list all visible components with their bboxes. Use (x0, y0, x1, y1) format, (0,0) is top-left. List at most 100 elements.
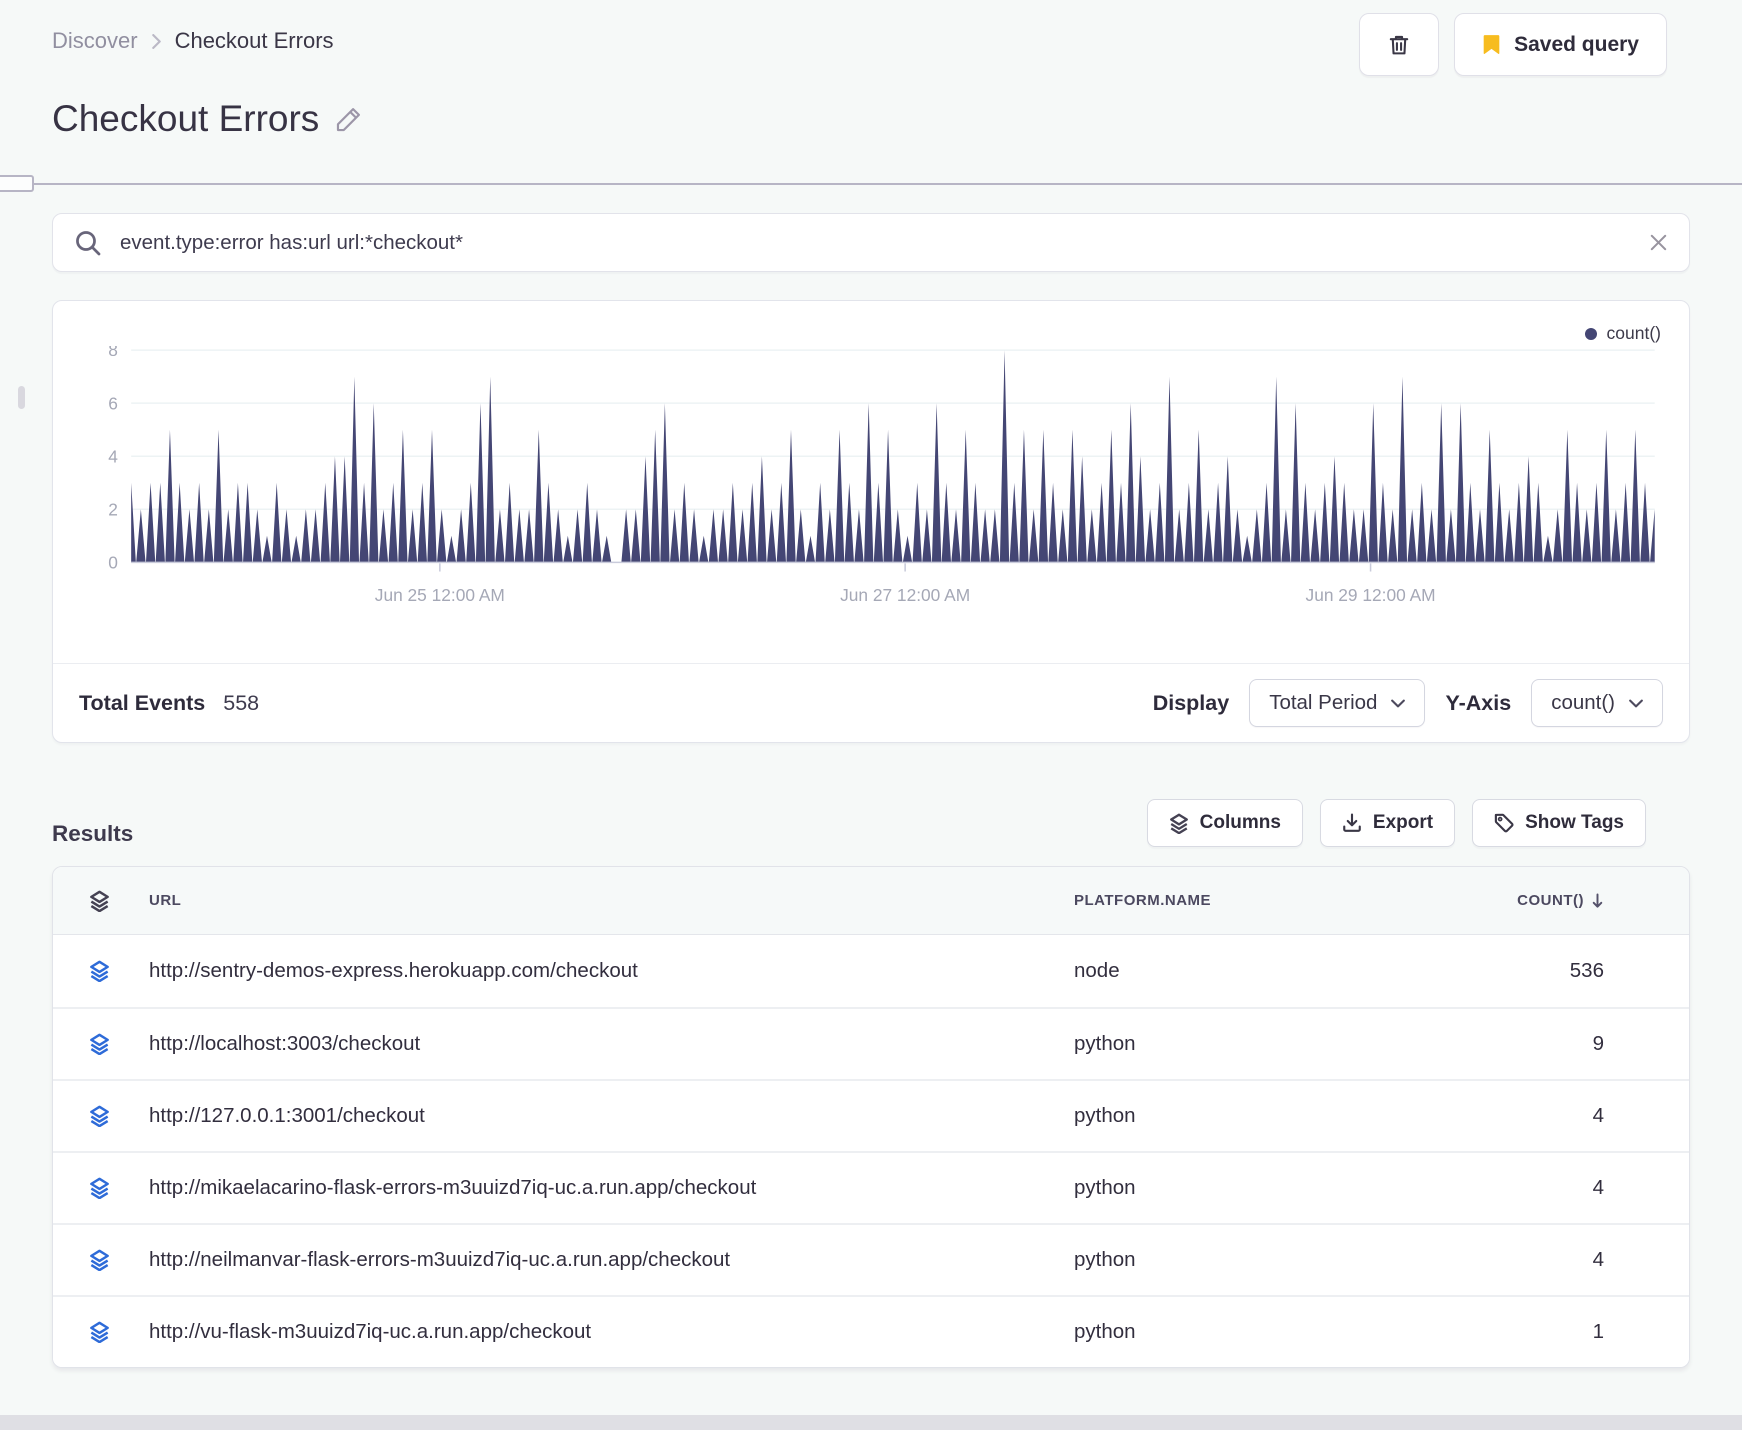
stack-icon[interactable] (89, 1177, 110, 1199)
count-header-label: COUNT() (1517, 892, 1584, 910)
tag-icon (1494, 814, 1514, 833)
count-cell: 536 (1569, 959, 1604, 983)
stack-icon[interactable] (89, 1033, 110, 1055)
count-cell: 1 (1592, 1320, 1604, 1344)
results-actions: Columns Export Show Tags (1146, 799, 1690, 848)
url-cell[interactable]: http://vu-flask-m3uuizd7iq-uc.a.run.app/… (149, 1320, 1074, 1344)
header-actions: Saved query (1359, 13, 1667, 76)
chart-footer: Total Events 558 Display Total Period Y-A… (53, 663, 1689, 742)
platform-cell: python (1074, 1320, 1136, 1344)
table-row: http://mikaelacarino-flask-errors-m3uuiz… (53, 1151, 1689, 1224)
stack-icon[interactable] (89, 1105, 110, 1127)
results-heading: Results (52, 821, 134, 847)
delete-query-button[interactable] (1359, 13, 1440, 76)
chevron-right-icon (151, 33, 161, 49)
platform-cell: python (1074, 1104, 1136, 1128)
chevron-down-icon (1629, 699, 1643, 708)
panel-resize-handle[interactable] (0, 175, 34, 192)
svg-text:4: 4 (108, 446, 118, 466)
svg-text:Jun 25 12:00 AM: Jun 25 12:00 AM (375, 585, 505, 605)
chart-controls: Display Total Period Y-Axis count() (1152, 679, 1663, 728)
legend-dot-icon (1584, 327, 1597, 340)
table-row: http://sentry-demos-express.herokuapp.co… (53, 935, 1689, 1008)
svg-text:8: 8 (108, 346, 118, 360)
main-content: count() Jun 25 12:00 AMJun 27 12:00 AMJu… (0, 213, 1742, 1369)
table-row: http://localhost:3003/checkout python 9 (53, 1007, 1689, 1080)
display-label: Display (1152, 690, 1230, 715)
url-cell[interactable]: http://sentry-demos-express.herokuapp.co… (149, 959, 1074, 983)
column-header-platform[interactable]: PLATFORM.NAME (1074, 892, 1404, 909)
legend-label: count() (1606, 323, 1661, 343)
url-cell[interactable]: http://neilmanvar-flask-errors-m3uuizd7i… (149, 1248, 1074, 1272)
results-table: URL PLATFORM.NAME COUNT() http://sentry-… (52, 866, 1690, 1369)
svg-text:Jun 29 12:00 AM: Jun 29 12:00 AM (1306, 585, 1436, 605)
clear-search-icon[interactable] (1650, 234, 1667, 251)
search-bar (52, 213, 1690, 272)
column-header-url[interactable]: URL (149, 892, 1074, 909)
display-value: Total Period (1269, 691, 1378, 715)
platform-cell: node (1074, 959, 1120, 983)
show-tags-button[interactable]: Show Tags (1472, 799, 1646, 848)
columns-label: Columns (1199, 812, 1281, 834)
count-cell: 4 (1592, 1248, 1604, 1272)
saved-query-label: Saved query (1514, 32, 1639, 56)
platform-cell: python (1074, 1032, 1136, 1056)
yaxis-dropdown[interactable]: count() (1531, 679, 1663, 728)
export-button[interactable]: Export (1319, 799, 1456, 848)
display-dropdown[interactable]: Total Period (1249, 679, 1426, 728)
search-input[interactable] (118, 229, 1633, 256)
discover-page: Discover Checkout Errors Saved query Che… (0, 0, 1742, 1430)
pencil-icon[interactable] (335, 106, 362, 133)
table-row: http://vu-flask-m3uuizd7iq-uc.a.run.app/… (53, 1295, 1689, 1368)
chart-legend[interactable]: count() (53, 301, 1689, 344)
show-tags-label: Show Tags (1525, 812, 1624, 834)
chevron-down-icon (1391, 699, 1406, 708)
svg-text:6: 6 (108, 393, 118, 413)
total-events-value: 558 (223, 690, 260, 715)
saved-query-button[interactable]: Saved query (1454, 13, 1667, 76)
events-chart-card: count() Jun 25 12:00 AM Jun 27 12:00 AM Ju… (52, 300, 1690, 744)
search-icon (76, 230, 101, 255)
table-row: http://127.0.0.1:3001/checkout python 4 (53, 1079, 1689, 1152)
table-header: URL PLATFORM.NAME COUNT() (53, 867, 1689, 936)
page-title: Checkout Errors (52, 98, 1690, 140)
count-cell: 4 (1592, 1104, 1604, 1128)
results-header-row: Results Columns Export Show Tags (52, 799, 1690, 848)
svg-text:Jun 27 12:00 AM: Jun 27 12:00 AM (840, 585, 970, 605)
table-body: http://sentry-demos-express.herokuapp.co… (53, 935, 1689, 1368)
bottom-strip (0, 1415, 1742, 1430)
stack-icon[interactable] (89, 1249, 110, 1271)
svg-text:2: 2 (108, 499, 118, 519)
download-icon (1343, 813, 1361, 833)
stack-icon[interactable] (89, 960, 110, 982)
page-title-text: Checkout Errors (52, 98, 320, 139)
trash-icon (1389, 35, 1409, 54)
columns-button[interactable]: Columns (1146, 799, 1303, 848)
total-events-label: Total Events (79, 690, 206, 715)
breadcrumb-current: Checkout Errors (174, 28, 334, 53)
events-chart-svg: Jun 25 12:00 AM Jun 27 12:00 AM Jun 29 12:… (108, 346, 1655, 605)
count-cell: 9 (1592, 1032, 1604, 1056)
stack-icon (89, 890, 110, 912)
total-events: Total Events 558 (79, 691, 259, 716)
breadcrumb-discover[interactable]: Discover (52, 28, 138, 54)
table-row: http://neilmanvar-flask-errors-m3uuizd7i… (53, 1223, 1689, 1296)
yaxis-label: Y-Axis (1445, 690, 1512, 715)
svg-text:0: 0 (108, 552, 118, 572)
bookmark-icon (1483, 35, 1500, 54)
sort-arrow-down-icon (1592, 893, 1603, 908)
stack-icon[interactable] (89, 1321, 110, 1343)
url-cell[interactable]: http://127.0.0.1:3001/checkout (149, 1104, 1074, 1128)
url-cell[interactable]: http://mikaelacarino-flask-errors-m3uuiz… (149, 1176, 1074, 1200)
page-header: Discover Checkout Errors Saved query Che… (0, 0, 1742, 183)
page-divider (0, 175, 1742, 192)
export-label: Export (1372, 812, 1434, 834)
scrollbar-thumb[interactable] (18, 386, 25, 409)
url-cell[interactable]: http://localhost:3003/checkout (149, 1032, 1074, 1056)
column-header-count[interactable]: COUNT() (1404, 892, 1689, 909)
platform-cell: python (1074, 1248, 1136, 1272)
platform-cell: python (1074, 1176, 1136, 1200)
stack-icon (1169, 813, 1189, 834)
yaxis-value: count() (1551, 691, 1615, 715)
count-cell: 4 (1592, 1176, 1604, 1200)
